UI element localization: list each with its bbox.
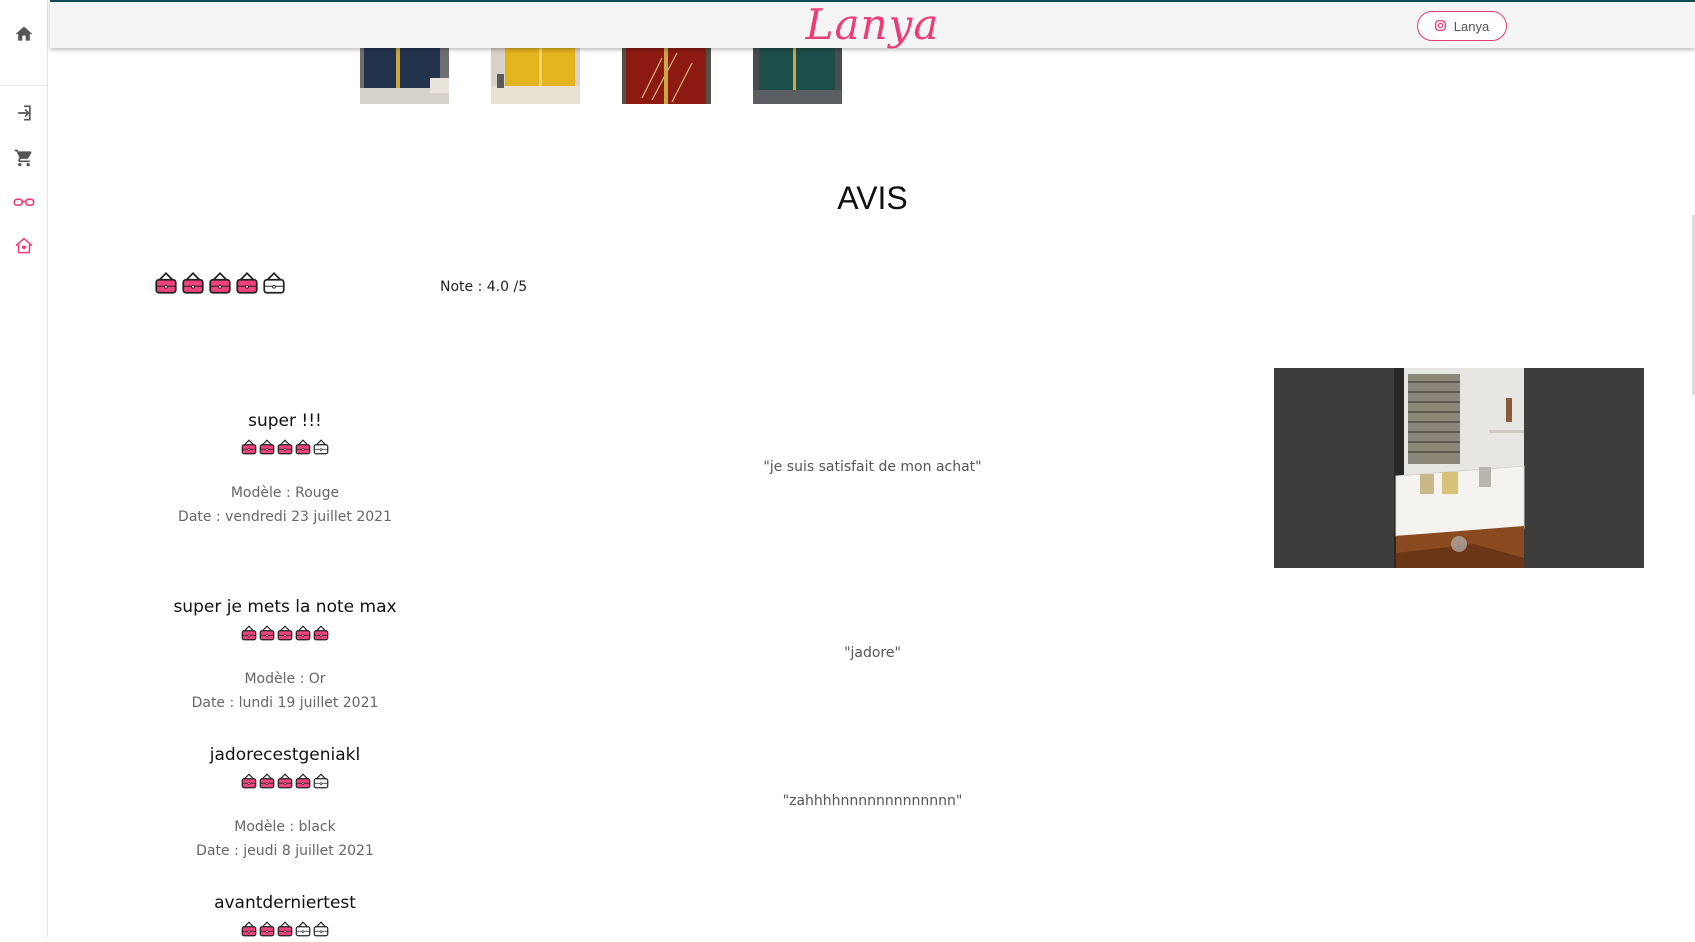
- bag-rating-filled-icon: [294, 772, 312, 794]
- house-heart-icon[interactable]: [12, 234, 36, 258]
- review-date: Date : jeudi 8 juillet 2021: [196, 843, 374, 859]
- bag-rating-filled-icon: [240, 438, 258, 460]
- reviews-section-title: AVIS: [837, 180, 908, 216]
- cart-icon[interactable]: [12, 146, 36, 170]
- review-rating: [150, 438, 420, 460]
- bag-rating-filled-icon: [240, 920, 258, 942]
- review-text: "zahhhhnnnnnnnnnnnnn": [782, 793, 963, 809]
- review-text: "je suis satisfait de mon achat": [763, 459, 982, 475]
- review-text: "jadore": [844, 645, 901, 661]
- sidebar-divider: [0, 85, 48, 86]
- glasses-icon[interactable]: [12, 190, 36, 214]
- bag-rating-filled-icon: [240, 624, 258, 646]
- bag-rating-filled-icon: [153, 270, 179, 302]
- review-title: super je mets la note max: [173, 597, 397, 617]
- review-model: Modèle : Or: [244, 671, 326, 687]
- overall-note: Note : 4.0 /5: [440, 279, 528, 295]
- bag-rating-empty-icon: [312, 920, 330, 942]
- bag-rating-empty-icon: [312, 438, 330, 460]
- bag-rating-filled-icon: [276, 624, 294, 646]
- bag-rating-filled-icon: [258, 438, 276, 460]
- bag-rating-filled-icon: [276, 920, 294, 942]
- review-date: Date : vendredi 23 juillet 2021: [178, 509, 392, 525]
- bag-rating-filled-icon: [240, 772, 258, 794]
- instagram-label: Lanya: [1453, 18, 1490, 34]
- review-title: jadorecestgeniakl: [209, 745, 361, 765]
- bag-rating-empty-icon: [294, 920, 312, 942]
- bag-rating-empty-icon: [261, 270, 287, 302]
- overall-rating-bags: [153, 270, 287, 302]
- bag-rating-empty-icon: [312, 772, 330, 794]
- instagram-icon: [1434, 19, 1446, 34]
- bag-rating-filled-icon: [258, 920, 276, 942]
- bag-rating-filled-icon: [234, 270, 260, 302]
- bag-rating-filled-icon: [207, 270, 233, 302]
- login-icon[interactable]: [12, 101, 36, 125]
- living-room-photo: [1394, 368, 1525, 568]
- review-rating: [150, 624, 420, 646]
- bag-rating-filled-icon: [276, 772, 294, 794]
- thumbnail-green[interactable]: [753, 48, 842, 104]
- review-rating: [150, 920, 420, 942]
- bag-rating-filled-icon: [312, 624, 330, 646]
- instagram-button[interactable]: Lanya: [1417, 11, 1507, 41]
- review-model: Modèle : black: [234, 819, 336, 835]
- review-rating: [150, 772, 420, 794]
- review-title: avantderniertest: [214, 893, 356, 913]
- bag-rating-filled-icon: [294, 438, 312, 460]
- bag-rating-filled-icon: [258, 624, 276, 646]
- bag-rating-filled-icon: [276, 438, 294, 460]
- bag-rating-filled-icon: [180, 270, 206, 302]
- bag-rating-filled-icon: [294, 624, 312, 646]
- thumbnail-yellow[interactable]: [491, 48, 580, 104]
- thumbnail-navy[interactable]: [360, 48, 449, 104]
- sidebar: [0, 0, 48, 937]
- thumbnail-red[interactable]: [622, 48, 711, 104]
- review-date: Date : lundi 19 juillet 2021: [191, 695, 379, 711]
- top-header: Lanya Lanya: [50, 0, 1695, 49]
- review-model: Modèle : Rouge: [230, 485, 340, 501]
- bag-rating-filled-icon: [258, 772, 276, 794]
- home-icon[interactable]: [12, 22, 36, 46]
- review-photo[interactable]: [1274, 368, 1644, 568]
- review-title: super !!!: [248, 411, 322, 431]
